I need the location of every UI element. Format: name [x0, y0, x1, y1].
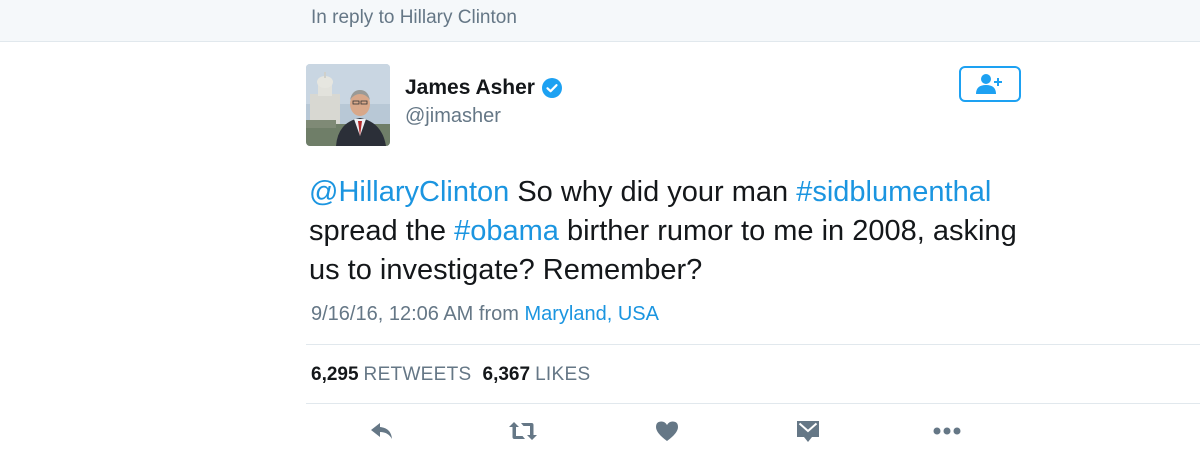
- location-link[interactable]: Maryland, USA: [524, 303, 659, 325]
- direct-message-icon: [797, 421, 819, 442]
- verified-badge-icon: [541, 78, 562, 98]
- like-icon: [656, 421, 678, 441]
- tweet-text-segment: So why did your man: [509, 176, 797, 208]
- direct-message-button[interactable]: [793, 418, 823, 444]
- from-label: from: [473, 303, 525, 325]
- follow-button[interactable]: [959, 66, 1021, 102]
- avatar[interactable]: [306, 64, 390, 146]
- retweets-count[interactable]: 6,295: [311, 364, 359, 386]
- author-name-row: James Asher: [405, 76, 562, 100]
- likes-count[interactable]: 6,367: [483, 364, 531, 386]
- divider: [306, 344, 1200, 345]
- retweets-label[interactable]: RETWEETS: [364, 364, 472, 386]
- tweet-meta: 9/16/16, 12:06 AM from Maryland, USA: [311, 303, 659, 326]
- tweet-text: @HillaryClinton So why did your man #sid…: [309, 173, 1029, 290]
- more-button[interactable]: [932, 418, 962, 444]
- reply-icon: [371, 423, 392, 439]
- divider: [306, 403, 1200, 404]
- author-display-name[interactable]: James Asher: [405, 76, 535, 100]
- reply-context-text[interactable]: In reply to Hillary Clinton: [311, 7, 517, 29]
- reply-context-bar: In reply to Hillary Clinton: [0, 0, 1200, 42]
- more-icon: [933, 427, 961, 435]
- reply-button[interactable]: [367, 418, 397, 444]
- tweet-timestamp: 9/16/16, 12:06 AM: [311, 303, 474, 325]
- hashtag-link[interactable]: #sidblumenthal: [796, 176, 991, 208]
- tweet-text-segment: spread the: [309, 215, 455, 247]
- retweet-button[interactable]: [508, 418, 538, 444]
- hashtag-link[interactable]: #obama: [454, 215, 559, 247]
- tweet-stats: 6,295 RETWEETS 6,367 LIKES: [311, 364, 590, 386]
- add-user-icon: [976, 74, 1002, 94]
- like-button[interactable]: [652, 418, 682, 444]
- retweet-icon: [509, 422, 537, 440]
- likes-label[interactable]: LIKES: [535, 364, 590, 386]
- author-handle[interactable]: @jimasher: [405, 105, 501, 128]
- mention-link[interactable]: @HillaryClinton: [309, 176, 509, 208]
